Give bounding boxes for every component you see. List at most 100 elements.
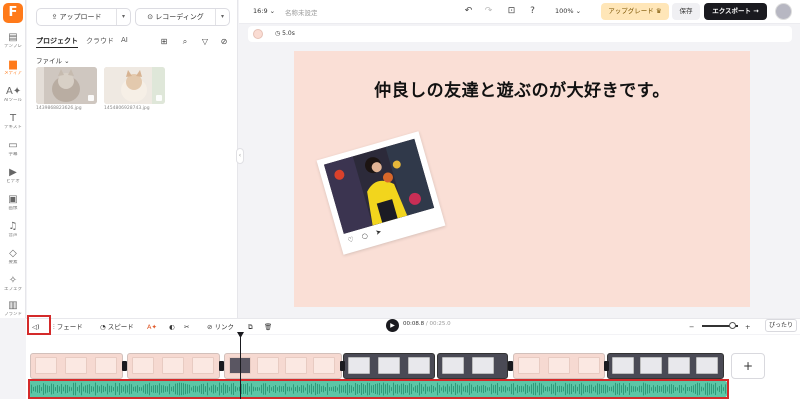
save-button[interactable]: 保存 — [672, 3, 700, 20]
timeline-clip[interactable] — [343, 353, 435, 379]
background-color-swatch[interactable] — [253, 29, 263, 39]
rail-item-elements[interactable]: ◇ 要素 — [0, 246, 26, 272]
rail-label: テキスト — [4, 125, 22, 130]
fit-button[interactable]: ぴったり — [765, 319, 797, 332]
chevron-down-icon: ⌄ — [573, 7, 582, 15]
upload-button[interactable]: ⇪ アップロード ▾ — [36, 8, 131, 26]
chevron-down-icon[interactable]: ▾ — [116, 9, 130, 25]
select-checkbox[interactable] — [156, 95, 162, 101]
aspect-ratio-label: 16:9 — [253, 7, 268, 15]
aspect-ratio-dropdown[interactable]: 16:9 ⌄ — [253, 7, 275, 15]
timeline-clip[interactable] — [127, 353, 220, 379]
transition-marker[interactable] — [508, 361, 513, 371]
collapse-panel-handle[interactable]: ‹ — [236, 148, 244, 164]
duration-label: 5.0s — [282, 30, 295, 37]
zoom-out-icon[interactable]: − — [689, 321, 694, 333]
total-time: 00:25.0 — [429, 321, 451, 327]
hide-icon[interactable]: ⊘ — [218, 36, 230, 48]
playhead[interactable] — [240, 333, 241, 399]
rail-label: メディア — [4, 71, 22, 76]
new-folder-icon[interactable]: ⊞ — [158, 36, 170, 48]
record-button[interactable]: ⊙ レコーディング ▾ — [135, 8, 230, 26]
rail-item-audio[interactable]: ♫ 音声 — [0, 219, 26, 245]
rail-item-ai-tools[interactable]: A✦ AIツール — [0, 84, 26, 110]
redo-icon[interactable]: ↷ — [482, 5, 495, 18]
tab-cloud[interactable]: クラウド — [86, 36, 114, 46]
ai-tools-icon[interactable]: A✦ — [147, 321, 157, 333]
filter-icon[interactable]: ▽ — [199, 36, 211, 48]
play-button[interactable]: ▶ — [386, 319, 399, 332]
transition-marker[interactable] — [604, 361, 609, 371]
media-thumbnail[interactable] — [104, 67, 165, 104]
link-label: リンク — [214, 323, 235, 331]
timeline-clip[interactable] — [513, 353, 605, 379]
link-button[interactable]: ⊘ リンク — [207, 321, 234, 333]
help-icon[interactable]: ? — [526, 5, 539, 18]
file-filter-label: ファイル — [36, 57, 62, 65]
fade-button[interactable]: ⫶ フェード — [53, 321, 83, 333]
media-panel: ⇪ アップロード ▾ ⊙ レコーディング ▾ プロジェクト クラウド AI ⊞ … — [27, 0, 238, 318]
record-label: レコーディング — [155, 13, 204, 21]
canvas-headline[interactable]: 仲良しの友達と遊ぶのが大好きです。 — [294, 76, 750, 101]
template-icon: ▤ — [8, 32, 18, 43]
speed-icon: ◔ — [100, 323, 108, 331]
transition-marker[interactable] — [122, 361, 127, 371]
rail-label: AIツール — [4, 98, 22, 103]
app-logo[interactable]: F — [3, 3, 23, 23]
polaroid-photo[interactable]: ♡ ○ ➤ — [316, 131, 446, 255]
rail-item-text[interactable]: T テキスト — [0, 111, 26, 137]
export-button[interactable]: エクスポート → — [704, 3, 767, 20]
speed-button[interactable]: ◔ スピード — [100, 321, 134, 333]
crown-icon: ♛ — [655, 7, 662, 15]
tab-ai[interactable]: AI — [121, 36, 128, 44]
add-clip-button[interactable]: + — [731, 353, 765, 379]
rail-item-effects[interactable]: ✧ エフェク — [0, 273, 26, 299]
timeline-clip[interactable] — [30, 353, 123, 379]
rail-label: テンプレ — [4, 44, 22, 49]
upgrade-button[interactable]: アップグレード ♛ — [601, 3, 669, 20]
rail-label: 画像 — [8, 206, 18, 211]
audio-highlight-box — [28, 379, 729, 399]
timeline-clip[interactable] — [224, 353, 342, 379]
video-icon: ▶ — [9, 167, 17, 178]
chevron-down-icon[interactable]: ▾ — [215, 9, 229, 25]
screen-capture-icon[interactable]: ⊡ — [505, 5, 518, 18]
rail-item-image[interactable]: ▣ 画像 — [0, 192, 26, 218]
top-bar: 16:9 ⌄ 名称未設定 ↶ ↷ ⊡ ? 100% ⌄ アップグレード ♛ 保存… — [239, 0, 800, 24]
audio-icon: ♫ — [8, 221, 18, 232]
timeline-clip[interactable] — [437, 353, 508, 379]
chevron-down-icon: ⌄ — [64, 57, 70, 65]
undo-icon[interactable]: ↶ — [462, 5, 475, 18]
avatar[interactable] — [775, 3, 792, 20]
scissors-icon[interactable]: ✂ — [184, 321, 189, 333]
timeline-clip[interactable] — [607, 353, 724, 379]
preview-canvas[interactable]: 仲良しの友達と遊ぶのが大好きです。 ♡ ○ ➤ — [294, 51, 750, 307]
select-checkbox[interactable] — [88, 95, 94, 101]
timeline-zoom-slider[interactable] — [702, 322, 738, 329]
transition-marker[interactable] — [340, 361, 345, 371]
duration-control[interactable]: ◷ 5.0s — [275, 30, 295, 37]
zoom-dropdown[interactable]: 100% ⌄ — [555, 7, 581, 15]
media-icon: ▆ — [9, 59, 17, 70]
brand-icon: ▥ — [8, 300, 18, 311]
split-icon[interactable]: ◐ — [169, 321, 175, 333]
zoom-in-icon[interactable]: + — [745, 321, 750, 333]
file-name: 1439868823626.jpg — [36, 106, 82, 111]
rail-item-subtitle[interactable]: ▭ 字幕 — [0, 138, 26, 164]
upload-icon: ⇪ — [51, 13, 60, 21]
trash-icon[interactable]: 🗑 — [264, 321, 272, 333]
document-name[interactable]: 名称未設定 — [285, 7, 318, 17]
duplicate-icon[interactable]: ⧉ — [248, 321, 253, 333]
rail-item-media[interactable]: ▆ メディア — [0, 57, 26, 83]
rail-label: 字幕 — [8, 152, 18, 157]
rail-item-video[interactable]: ▶ ビデオ — [0, 165, 26, 191]
file-filter-dropdown[interactable]: ファイル ⌄ — [36, 55, 70, 65]
girl-photo — [323, 138, 435, 234]
search-icon[interactable]: ⌕ — [179, 36, 191, 48]
left-rail: F ▤ テンプレ ▆ メディア A✦ AIツール T テキスト ▭ 字幕 ▶ ビ… — [0, 0, 26, 318]
transition-marker[interactable] — [219, 361, 224, 371]
rail-item-templates[interactable]: ▤ テンプレ — [0, 30, 26, 56]
rail-item-brand[interactable]: ▥ ブランド — [0, 298, 26, 324]
media-thumbnail[interactable] — [36, 67, 97, 104]
tab-project[interactable]: プロジェクト — [36, 36, 78, 48]
